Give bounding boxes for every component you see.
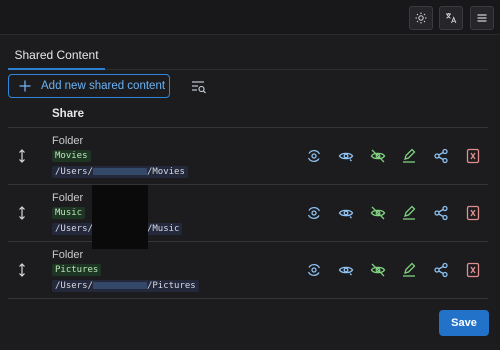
drag-handle-icon[interactable]: [16, 263, 28, 277]
redacted-username: [92, 168, 147, 175]
share-name: Movies: [52, 150, 91, 162]
delete-icon[interactable]: [465, 205, 481, 221]
share-icon[interactable]: [433, 205, 449, 221]
delete-icon[interactable]: [465, 148, 481, 164]
translate-icon: [446, 13, 457, 24]
table-row: Folder Movies /Users//Movies: [8, 128, 488, 185]
row-actions: [306, 148, 486, 166]
share-icon[interactable]: [433, 148, 449, 164]
redacted-username: [92, 282, 147, 289]
sync-eye-icon[interactable]: [306, 262, 322, 278]
edit-icon[interactable]: [401, 148, 417, 164]
drag-handle-icon[interactable]: [16, 149, 28, 163]
active-tab-indicator: [8, 68, 105, 70]
eye-off-icon[interactable]: [370, 205, 386, 221]
share-type-label: Folder: [52, 192, 84, 204]
share-name: Pictures: [52, 264, 102, 276]
eye-off-icon[interactable]: [370, 262, 386, 278]
table-row: Folder Pictures /Users//Pictures: [8, 242, 488, 299]
menu-icon: [477, 14, 487, 22]
column-header-share: Share: [52, 108, 84, 120]
eye-icon[interactable]: [338, 262, 354, 278]
eye-off-icon[interactable]: [370, 148, 386, 164]
drag-handle-icon[interactable]: [16, 206, 28, 220]
add-shared-content-button[interactable]: Add new shared content: [8, 74, 170, 98]
sync-eye-icon[interactable]: [306, 148, 322, 164]
sync-eye-icon[interactable]: [306, 205, 322, 221]
edit-icon[interactable]: [401, 262, 417, 278]
sun-icon: [415, 12, 427, 24]
share-type-label: Folder: [52, 135, 84, 147]
row-actions: [306, 205, 486, 223]
share-path: /Users//Movies: [52, 166, 188, 178]
share-path: /Users//Pictures: [52, 280, 199, 292]
redaction-block: [92, 185, 148, 249]
share-type-label: Folder: [52, 249, 84, 261]
plus-icon: [19, 80, 31, 92]
edit-icon[interactable]: [401, 205, 417, 221]
tab-shared-content[interactable]: Shared Content: [8, 48, 105, 68]
add-shared-content-label: Add new shared content: [41, 80, 166, 92]
eye-icon[interactable]: [338, 205, 354, 221]
top-bar: [0, 0, 500, 35]
row-actions: [306, 262, 486, 280]
menu-button[interactable]: [470, 6, 494, 30]
tab-divider: [105, 69, 488, 70]
language-button[interactable]: [439, 6, 463, 30]
theme-toggle-button[interactable]: [409, 6, 433, 30]
delete-icon[interactable]: [465, 262, 481, 278]
eye-icon[interactable]: [338, 148, 354, 164]
share-name: Music: [52, 207, 86, 219]
filter-search-icon[interactable]: [191, 80, 207, 94]
table-row: Folder Music /Users//Music: [8, 185, 488, 242]
share-icon[interactable]: [433, 262, 449, 278]
save-button[interactable]: Save: [439, 310, 489, 336]
